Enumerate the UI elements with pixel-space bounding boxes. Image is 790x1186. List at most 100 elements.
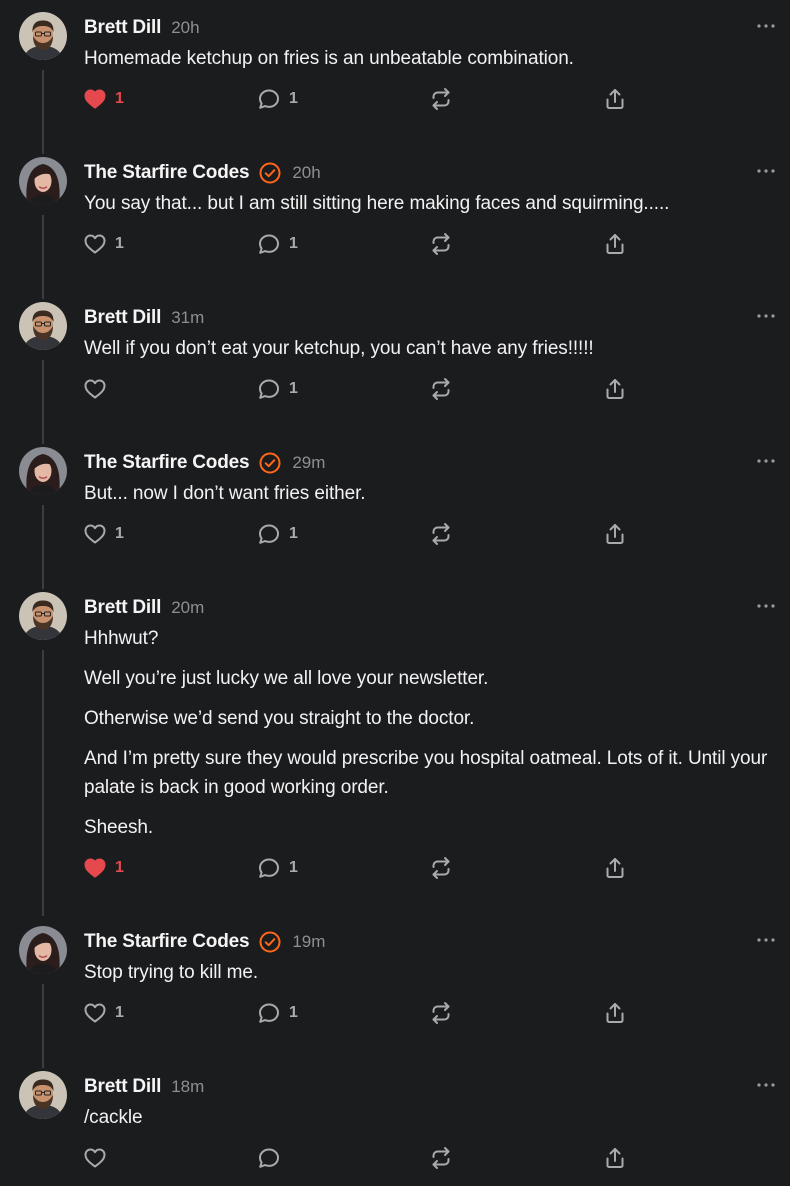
comment-paragraph: Stop trying to kill me. [84, 962, 259, 983]
share-button[interactable] [603, 230, 627, 258]
timestamp[interactable]: 29m [292, 453, 325, 473]
comment-paragraph: Well you’re just lucky we all love your … [84, 668, 489, 689]
timestamp[interactable]: 18m [171, 1077, 204, 1097]
comment-body: You say that... but I am still sitting h… [84, 189, 784, 229]
comment-paragraph: Hhhwut? [84, 628, 159, 649]
author-name[interactable]: Brett Dill [84, 597, 161, 619]
reply-count: 1 [289, 1004, 298, 1021]
like-count: 1 [115, 90, 124, 107]
like-button[interactable]: 1 [83, 999, 124, 1027]
dark-haired-woman-avatar[interactable] [19, 926, 67, 974]
comment-bubble-icon [257, 87, 281, 111]
comment-body: Well if you don’t eat your ketchup, you … [84, 334, 784, 374]
timestamp[interactable]: 31m [171, 308, 204, 328]
comment-header: The Starfire Codes 29m [84, 451, 325, 475]
comment-paragraph: Homemade ketchup on fries is an unbeatab… [84, 48, 574, 69]
bearded-man-avatar[interactable] [19, 12, 67, 60]
comment-actions [0, 1144, 790, 1172]
more-options-icon[interactable] [754, 163, 778, 179]
restack-icon [429, 1146, 453, 1170]
comment-paragraph: But... now I don’t want fries either. [84, 483, 366, 504]
share-button[interactable] [603, 999, 627, 1027]
comment-header: The Starfire Codes 19m [84, 930, 325, 954]
dark-haired-woman-avatar[interactable] [19, 447, 67, 495]
verified-check-icon [258, 930, 282, 954]
author-name[interactable]: The Starfire Codes [84, 931, 250, 953]
bearded-man-avatar[interactable] [19, 1071, 67, 1119]
comment-body: Stop trying to kill me. [84, 958, 784, 998]
bearded-man-avatar[interactable] [19, 302, 67, 350]
comment-paragraph: /cackle [84, 1107, 143, 1128]
restack-button[interactable] [429, 375, 453, 403]
heart-icon [83, 1001, 107, 1025]
restack-button[interactable] [429, 854, 453, 882]
reply-button[interactable] [257, 1144, 281, 1172]
restack-button[interactable] [429, 999, 453, 1027]
heart-icon [83, 522, 107, 546]
like-button[interactable] [83, 1144, 107, 1172]
comment-actions: 11 [0, 520, 790, 548]
heart-icon [83, 377, 107, 401]
timestamp[interactable]: 20m [171, 598, 204, 618]
comment-header: Brett Dill 20m [84, 596, 204, 620]
share-icon [603, 377, 627, 401]
timestamp[interactable]: 19m [292, 932, 325, 952]
share-icon [603, 522, 627, 546]
timestamp[interactable]: 20h [171, 18, 199, 38]
share-button[interactable] [603, 1144, 627, 1172]
author-name[interactable]: Brett Dill [84, 307, 161, 329]
comment-paragraph: Well if you don’t eat your ketchup, you … [84, 338, 594, 359]
heart-icon [83, 856, 107, 880]
more-options-icon[interactable] [754, 598, 778, 614]
comment-bubble-icon [257, 377, 281, 401]
bearded-man-avatar[interactable] [19, 592, 67, 640]
like-button[interactable]: 1 [83, 85, 124, 113]
like-button[interactable] [83, 375, 107, 403]
comment-body: Hhhwut? Well you’re just lucky we all lov… [84, 624, 784, 853]
reply-button[interactable]: 1 [257, 999, 298, 1027]
reply-button[interactable]: 1 [257, 375, 298, 403]
reply-button[interactable]: 1 [257, 85, 298, 113]
like-count: 1 [115, 235, 124, 252]
comment-bubble-icon [257, 1146, 281, 1170]
like-button[interactable]: 1 [83, 230, 124, 258]
share-button[interactable] [603, 85, 627, 113]
reply-count: 1 [289, 525, 298, 542]
more-options-icon[interactable] [754, 308, 778, 324]
dark-haired-woman-avatar[interactable] [19, 157, 67, 205]
reply-button[interactable]: 1 [257, 520, 298, 548]
restack-icon [429, 87, 453, 111]
more-options-icon[interactable] [754, 932, 778, 948]
restack-button[interactable] [429, 85, 453, 113]
share-button[interactable] [603, 375, 627, 403]
restack-button[interactable] [429, 230, 453, 258]
share-button[interactable] [603, 854, 627, 882]
reply-button[interactable]: 1 [257, 230, 298, 258]
restack-icon [429, 1001, 453, 1025]
comment-header: Brett Dill 20h [84, 16, 200, 40]
restack-button[interactable] [429, 1144, 453, 1172]
comment-body: But... now I don’t want fries either. [84, 479, 784, 519]
restack-button[interactable] [429, 520, 453, 548]
author-name[interactable]: Brett Dill [84, 1076, 161, 1098]
comment-bubble-icon [257, 856, 281, 880]
heart-icon [83, 1146, 107, 1170]
more-options-icon[interactable] [754, 453, 778, 469]
reply-count: 1 [289, 859, 298, 876]
comment-header: Brett Dill 31m [84, 306, 204, 330]
share-icon [603, 856, 627, 880]
restack-icon [429, 377, 453, 401]
author-name[interactable]: Brett Dill [84, 17, 161, 39]
like-button[interactable]: 1 [83, 520, 124, 548]
author-name[interactable]: The Starfire Codes [84, 162, 250, 184]
author-name[interactable]: The Starfire Codes [84, 452, 250, 474]
timestamp[interactable]: 20h [292, 163, 320, 183]
comment-paragraph: And I’m pretty sure they would prescribe… [84, 748, 768, 798]
more-options-icon[interactable] [754, 1077, 778, 1093]
reply-button[interactable]: 1 [257, 854, 298, 882]
more-options-icon[interactable] [754, 18, 778, 34]
comment-paragraph: Otherwise we’d send you straight to the … [84, 708, 475, 729]
share-icon [603, 1001, 627, 1025]
share-button[interactable] [603, 520, 627, 548]
like-button[interactable]: 1 [83, 854, 124, 882]
